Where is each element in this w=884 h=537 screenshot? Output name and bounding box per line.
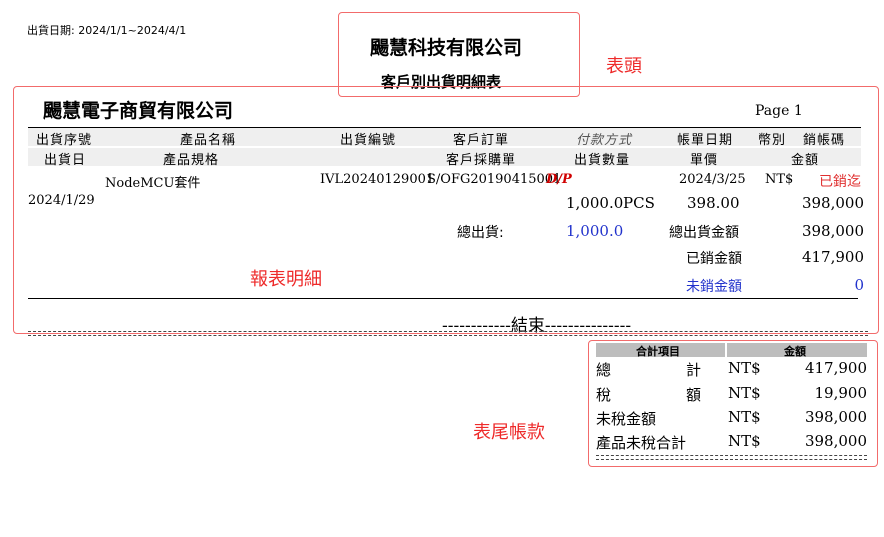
col-ship-seq: 出貨序號 [36, 133, 93, 148]
col-bill-date: 帳單日期 [677, 133, 734, 148]
col-ship-no: 出貨編號 [340, 133, 397, 148]
col-product-spec: 產品規格 [163, 153, 220, 168]
footer-tax-label-b: 額 [686, 386, 702, 404]
paid-amount-label: 已銷金額 [686, 251, 742, 267]
header-annotation: 表頭 [606, 56, 642, 77]
footer-total-amount: 417,900 [804, 359, 867, 377]
column-header-bar-2 [28, 148, 861, 166]
total-ship-value: 1,000.0 [566, 222, 624, 240]
footer-pretax-amount: 398,000 [804, 408, 867, 426]
footer-annotation: 表尾帳款 [473, 422, 545, 443]
footer-tax-amount: 19,900 [814, 384, 868, 402]
detail-annotation: 報表明細 [250, 269, 322, 290]
unpaid-amount-label: 未銷金額 [686, 279, 742, 295]
footer-pretax-currency: NT$ [728, 408, 761, 426]
divider [28, 127, 861, 128]
double-rule [28, 331, 868, 336]
cell-bill-date: 2024/3/25 [679, 172, 746, 187]
detail-region [13, 86, 879, 334]
cell-order-no: S/OFG20190415001 [427, 172, 562, 187]
cell-currency: NT$ [765, 172, 794, 187]
cell-unit: PCS [623, 194, 655, 212]
footer-tax-label-a: 稅 [596, 386, 612, 404]
footer-total-label-b: 計 [686, 361, 702, 379]
col-customer-order: 客戶訂單 [453, 133, 510, 148]
total-amount-label: 總出貨金額 [669, 225, 739, 241]
cell-status: 已銷迄 [819, 174, 861, 190]
col-unit-price: 單價 [690, 153, 719, 168]
col-customer-po: 客戶採購單 [446, 153, 517, 168]
cell-product: NodeMCU套件 [105, 176, 201, 191]
col-writeoff: 銷帳碼 [803, 133, 846, 148]
total-ship-label: 總出貨: [457, 225, 504, 241]
cell-payment: D/P [546, 172, 572, 187]
date-range: 出貨日期: 2024/1/1~2024/4/1 [27, 24, 187, 37]
footer-total-label-a: 總 [596, 361, 612, 379]
cell-ship-no: IVL20240129001 [320, 172, 435, 187]
footer-double-rule [596, 455, 867, 460]
company-name: 颺慧科技有限公司 [370, 37, 523, 59]
col-currency: 幣別 [758, 133, 787, 148]
cell-ship-date: 2024/1/29 [28, 193, 95, 208]
footer-product-pretax-currency: NT$ [728, 432, 761, 450]
footer-product-pretax-label: 產品未稅合計 [596, 434, 687, 452]
col-product-name: 產品名稱 [180, 133, 237, 148]
detail-bottom-rule [28, 298, 858, 299]
unpaid-amount-value: 0 [854, 276, 864, 294]
paid-amount-value: 417,900 [801, 248, 864, 266]
cell-price: 398.00 [687, 194, 740, 212]
footer-product-pretax-amount: 398,000 [804, 432, 867, 450]
cell-qty: 1,000.0 [566, 194, 624, 212]
col-ship-date: 出貨日 [44, 153, 87, 168]
col-qty: 出貨數量 [574, 153, 631, 168]
footer-pretax-label: 未稅金額 [596, 410, 657, 428]
column-header-bar-1 [28, 128, 861, 146]
footer-col-amount: 金額 [784, 345, 806, 358]
footer-tax-currency: NT$ [728, 384, 761, 402]
col-amount: 金額 [791, 153, 820, 168]
cell-amount: 398,000 [801, 194, 864, 212]
footer-total-currency: NT$ [728, 359, 761, 377]
customer-name: 颺慧電子商貿有限公司 [43, 100, 234, 122]
total-amount-value: 398,000 [801, 222, 864, 240]
col-payment: 付款方式 [576, 133, 633, 148]
page-number: Page 1 [755, 103, 803, 119]
footer-col-item: 合計項目 [636, 345, 680, 358]
